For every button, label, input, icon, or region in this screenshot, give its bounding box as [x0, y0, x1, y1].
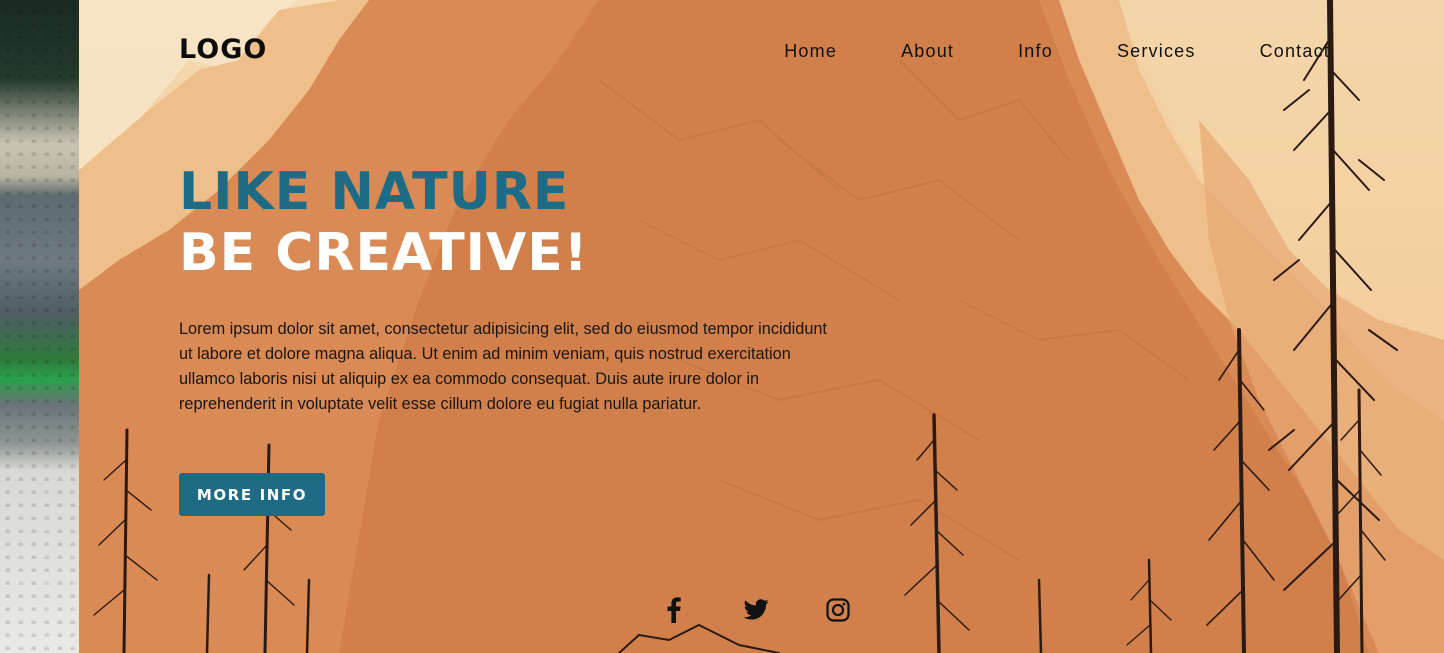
site-logo[interactable]: LOGO: [179, 34, 267, 65]
nav-item-services[interactable]: Services: [1117, 41, 1196, 62]
hero-description: Lorem ipsum dolor sit amet, consectetur …: [179, 320, 827, 413]
twitter-icon[interactable]: [741, 595, 771, 625]
navbar: LOGO Home About Info Services Contact: [79, 0, 1444, 105]
social-links: [659, 595, 853, 625]
nav-item-info[interactable]: Info: [1018, 41, 1053, 62]
nav-item-contact[interactable]: Contact: [1260, 41, 1330, 62]
background-photo-fragment: [0, 0, 79, 653]
hero-headline-primary: LIKE NATURE: [179, 162, 570, 222]
hero-headline-secondary: BE CREATIVE!: [179, 223, 589, 283]
hero-section: LOGO Home About Info Services Contact LI…: [79, 0, 1444, 653]
instagram-icon[interactable]: [823, 595, 853, 625]
nav-item-home[interactable]: Home: [784, 41, 837, 62]
more-info-button[interactable]: MORE INFO: [179, 473, 325, 516]
page: LOGO Home About Info Services Contact LI…: [0, 0, 1444, 653]
main-menu: Home About Info Services Contact: [720, 41, 1330, 62]
nav-item-about[interactable]: About: [901, 41, 954, 62]
facebook-icon[interactable]: [659, 595, 689, 625]
